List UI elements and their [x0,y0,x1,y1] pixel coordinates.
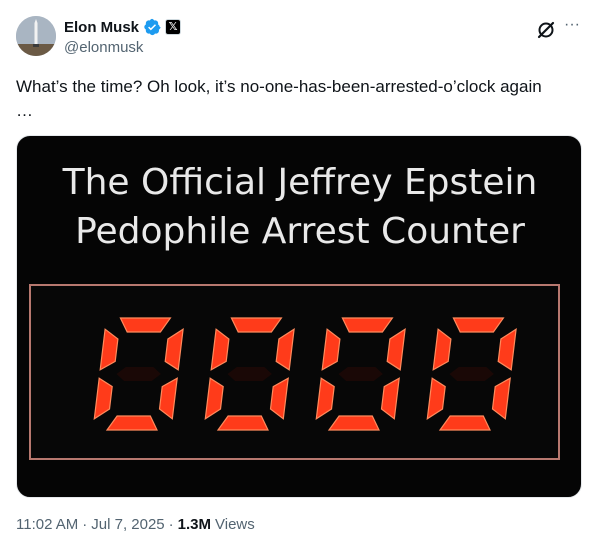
digit-segment-c [269,377,289,420]
author-handle[interactable]: @elonmusk [64,39,143,56]
digit-segment-d [438,415,491,431]
counter-digit [93,317,184,431]
digit-segment-g [449,367,494,381]
counter-digits [93,317,517,431]
digit-segment-c [158,377,178,420]
more-options-icon[interactable]: ··· [563,17,581,37]
avatar-icon [16,16,56,56]
arrest-counter-display [29,284,560,460]
digit-segment-g [338,367,383,381]
digit-segment-e [93,377,113,420]
grok-icon[interactable] [536,20,556,40]
digit-segment-e [426,377,446,420]
tweet-text: What’s the time? Oh look, it’s no-one-ha… [16,77,542,120]
affiliation-badge-icon[interactable]: 𝕏 [165,19,182,35]
digit-segment-b [164,328,184,371]
tweet-time[interactable]: 11:02 AM [16,516,78,533]
digit-segment-e [315,377,335,420]
meta-separator: · [168,515,174,533]
digit-segment-a [341,317,394,333]
counter-title: The Official Jeffrey Epstein Pedophile A… [17,158,581,256]
counter-title-line-1: The Official Jeffrey Epstein [62,162,538,203]
meta-separator: · [82,515,88,533]
digit-segment-a [452,317,505,333]
tweet-media-image[interactable]: The Official Jeffrey Epstein Pedophile A… [16,135,582,498]
digit-segment-b [386,328,406,371]
counter-digit [426,317,517,431]
digit-segment-b [275,328,295,371]
counter-digit [204,317,295,431]
digit-segment-f [321,328,341,371]
views-label: Views [215,515,255,533]
digit-segment-c [380,377,400,420]
digit-segment-a [230,317,283,333]
digit-segment-c [491,377,511,420]
verified-badge-icon [144,18,161,36]
digit-segment-b [497,328,517,371]
author-name-row[interactable]: Elon Musk 𝕏 [64,17,182,37]
digit-segment-d [216,415,269,431]
tweet-meta: 11:02 AM · Jul 7, 2025 · 1.3M Views [16,514,255,534]
digit-segment-g [116,367,161,381]
avatar[interactable] [16,16,56,56]
digit-segment-a [119,317,172,333]
digit-segment-g [227,367,272,381]
digit-segment-d [327,415,380,431]
counter-digit [315,317,406,431]
tweet-card: Elon Musk 𝕏 @elonmusk ··· What’s the tim… [0,0,598,552]
digit-segment-e [204,377,224,420]
digit-segment-f [99,328,119,371]
digit-segment-f [210,328,230,371]
author-display-name[interactable]: Elon Musk [64,19,139,36]
views-count: 1.3M [177,515,212,533]
digit-segment-d [105,415,158,431]
counter-title-line-2: Pedophile Arrest Counter [75,211,525,252]
digit-segment-f [432,328,452,371]
tweet-date[interactable]: Jul 7, 2025 [91,516,164,533]
